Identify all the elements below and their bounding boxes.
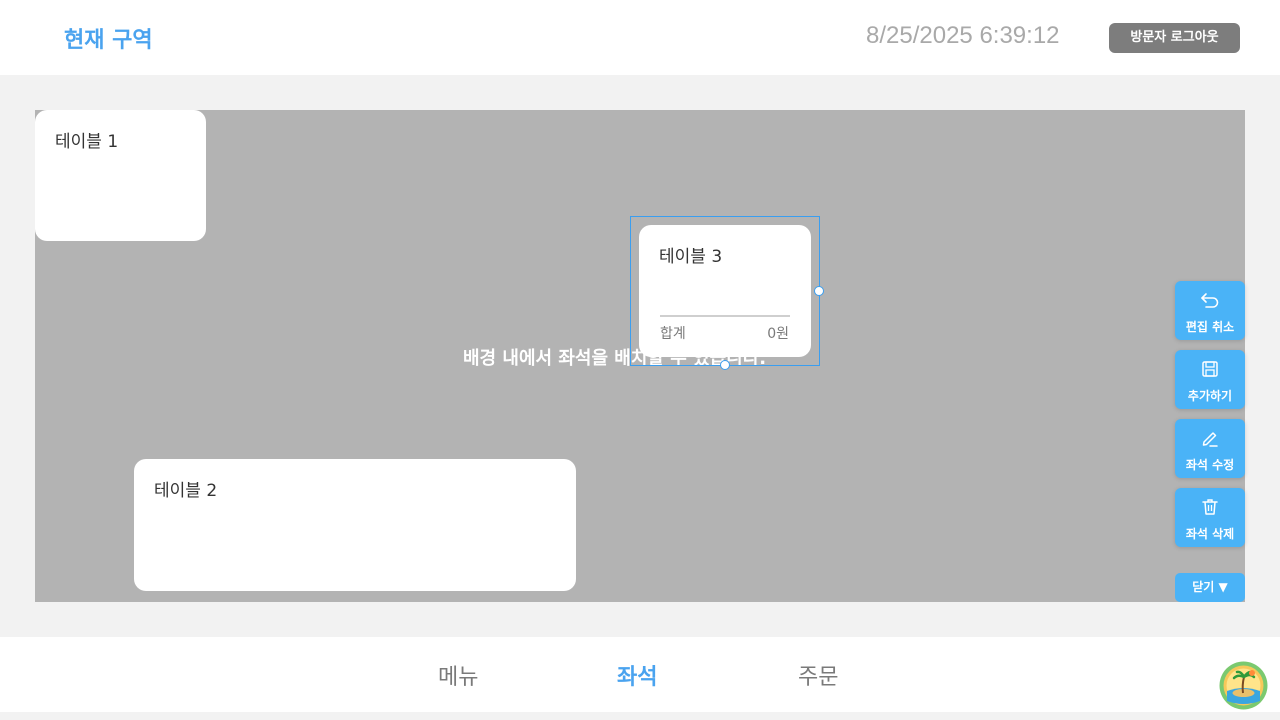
resize-handle-right[interactable]	[814, 286, 824, 296]
save-icon	[1202, 361, 1218, 377]
top-header: 현재 구역 8/25/2025 6:39:12 방문자 로그아웃	[0, 0, 1280, 75]
close-panel-button[interactable]: 닫기 ▼	[1175, 573, 1245, 602]
resize-handle-bottom[interactable]	[720, 360, 730, 370]
avatar-island-icon	[1219, 661, 1268, 710]
selection-box	[630, 216, 820, 366]
tab-orders[interactable]: 주문	[798, 659, 838, 691]
undo-edit-label: 편집 취소	[1185, 320, 1235, 334]
trash-icon	[1202, 499, 1218, 515]
table-card-1[interactable]: 테이블 1	[35, 110, 206, 241]
delete-seat-button[interactable]: 좌석 삭제	[1175, 488, 1245, 547]
tab-seats[interactable]: 좌석	[617, 659, 657, 691]
add-seat-button[interactable]: 추가하기	[1175, 350, 1245, 409]
undo-icon	[1201, 293, 1219, 308]
bottom-nav: 메뉴 좌석 주문	[0, 637, 1280, 712]
datetime-display: 8/25/2025 6:39:12	[866, 22, 1060, 49]
delete-seat-label: 좌석 삭제	[1185, 527, 1235, 541]
add-seat-label: 추가하기	[1187, 389, 1233, 403]
table-card-2[interactable]: 테이블 2	[134, 459, 576, 591]
edit-seat-button[interactable]: 좌석 수정	[1175, 419, 1245, 478]
undo-edit-button[interactable]: 편집 취소	[1175, 281, 1245, 340]
avatar[interactable]	[1219, 661, 1268, 710]
pencil-icon	[1202, 432, 1218, 447]
tab-menu[interactable]: 메뉴	[438, 659, 478, 691]
edit-seat-label: 좌석 수정	[1185, 458, 1235, 472]
table-name: 테이블 2	[154, 481, 218, 501]
zone-title: 현재 구역	[64, 28, 153, 53]
visitor-logout-button[interactable]: 방문자 로그아웃	[1109, 23, 1240, 53]
table-name: 테이블 1	[55, 132, 119, 152]
seat-layout-canvas[interactable]: 테이블 1 테이블 2 배경 내에서 좌석을 배치할 수 있습니다. 테이블 3…	[35, 110, 1245, 602]
